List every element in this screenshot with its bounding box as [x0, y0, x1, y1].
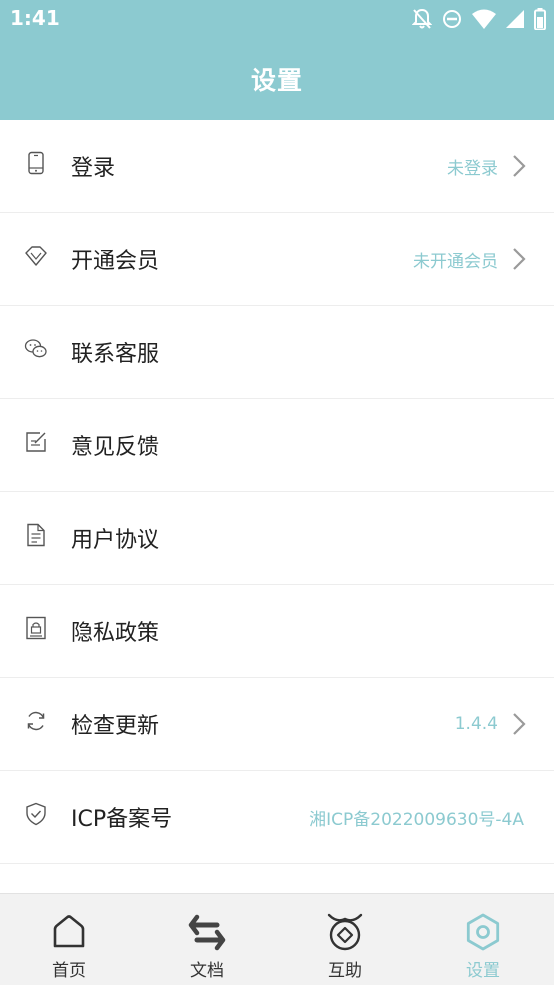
swap-arrows-icon [188, 914, 226, 951]
tab-label: 文档 [190, 961, 224, 981]
edit-icon [26, 432, 46, 452]
home-icon [53, 915, 85, 948]
tab-home[interactable]: 首页 [0, 894, 138, 985]
settings-item-label: 意见反馈 [71, 435, 160, 460]
settings-list: 登录 未登录 开通会员 未开通会员 联系客服 意见反馈 用户协议 隐私政策 检查… [0, 120, 554, 864]
shield-check-icon [26, 802, 46, 826]
chevron-right-icon [513, 248, 526, 270]
chevron-right-icon [513, 713, 526, 735]
settings-item-privacy-policy[interactable]: 隐私政策 [0, 585, 554, 678]
refresh-icon [27, 711, 45, 731]
settings-item-feedback[interactable]: 意见反馈 [0, 399, 554, 492]
wifi-icon [472, 9, 496, 29]
page-title: 设置 [250, 66, 303, 95]
coin-pouch-icon [327, 913, 363, 951]
app-header: 设置 [0, 38, 554, 120]
app-version-value: 1.4.4 [454, 714, 498, 734]
settings-item-label: 登录 [71, 156, 116, 181]
membership-status-value: 未开通会员 [413, 251, 498, 272]
settings-item-membership[interactable]: 开通会员 未开通会员 [0, 213, 554, 306]
diamond-icon [25, 246, 47, 266]
hexagon-settings-icon [466, 913, 500, 951]
settings-item-label: 联系客服 [71, 342, 160, 367]
bottom-tab-bar: 首页 文档 互助 设置 [0, 893, 554, 985]
status-bar: 1:41 [0, 0, 554, 38]
login-status-value: 未登录 [447, 158, 498, 179]
settings-item-customer-service[interactable]: 联系客服 [0, 306, 554, 399]
settings-item-label: 检查更新 [71, 714, 160, 739]
tab-label: 互助 [328, 961, 362, 981]
settings-item-user-agreement[interactable]: 用户协议 [0, 492, 554, 585]
status-icons [412, 7, 546, 31]
tab-documents[interactable]: 文档 [138, 894, 276, 985]
status-time: 1:41 [10, 6, 60, 30]
icp-number-value: 湘ICP备2022009630号-4A [309, 809, 524, 830]
tab-label: 设置 [466, 961, 500, 981]
tab-label: 首页 [52, 961, 86, 981]
signal-icon [506, 10, 524, 28]
chevron-right-icon [513, 155, 526, 177]
settings-item-label: 开通会员 [71, 249, 160, 274]
tab-settings[interactable]: 设置 [414, 894, 552, 985]
phone-icon [28, 151, 44, 175]
battery-icon [534, 8, 546, 30]
settings-item-icp[interactable]: ICP备案号 湘ICP备2022009630号-4A [0, 771, 554, 864]
wechat-icon [24, 339, 47, 358]
settings-item-label: 用户协议 [71, 528, 160, 553]
settings-item-login[interactable]: 登录 未登录 [0, 120, 554, 213]
settings-item-label: ICP备案号 [71, 807, 173, 832]
document-icon [27, 523, 45, 547]
do-not-disturb-icon [443, 10, 461, 28]
lock-document-icon [26, 616, 46, 640]
settings-item-check-update[interactable]: 检查更新 1.4.4 [0, 678, 554, 771]
bell-off-icon [412, 8, 432, 29]
tab-mutual-help[interactable]: 互助 [276, 894, 414, 985]
settings-item-label: 隐私政策 [71, 621, 160, 646]
